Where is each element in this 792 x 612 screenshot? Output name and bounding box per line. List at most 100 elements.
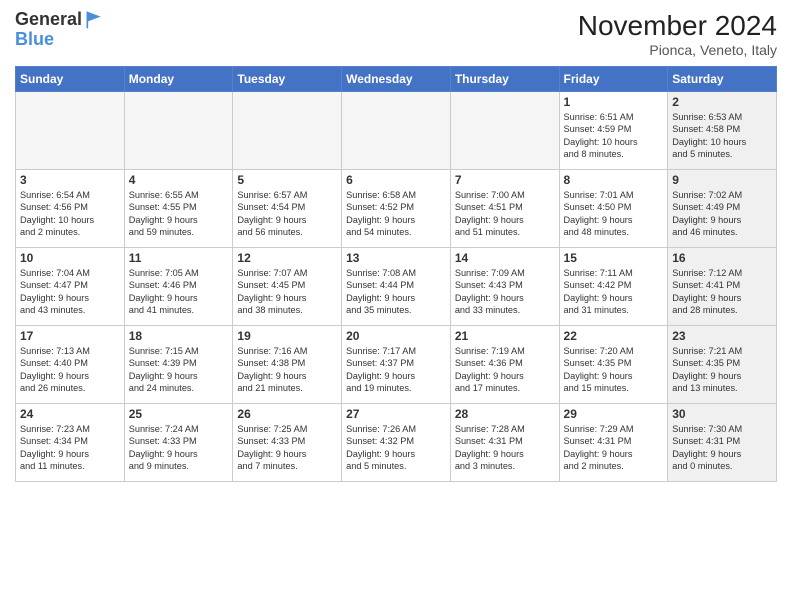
day-info: Sunrise: 6:51 AMSunset: 4:59 PMDaylight:… — [564, 111, 664, 161]
day-number: 12 — [237, 251, 337, 265]
calendar-header: SundayMondayTuesdayWednesdayThursdayFrid… — [16, 67, 777, 92]
calendar-week-2: 3Sunrise: 6:54 AMSunset: 4:56 PMDaylight… — [16, 170, 777, 248]
header-row: SundayMondayTuesdayWednesdayThursdayFrid… — [16, 67, 777, 92]
day-info: Sunrise: 7:00 AMSunset: 4:51 PMDaylight:… — [455, 189, 555, 239]
day-number: 7 — [455, 173, 555, 187]
day-info: Sunrise: 7:16 AMSunset: 4:38 PMDaylight:… — [237, 345, 337, 395]
calendar-cell: 6 Sunrise: 6:58 AMSunset: 4:52 PMDaylight… — [342, 170, 451, 248]
calendar-table: SundayMondayTuesdayWednesdayThursdayFrid… — [15, 66, 777, 482]
day-info: Sunrise: 7:01 AMSunset: 4:50 PMDaylight:… — [564, 189, 664, 239]
calendar-week-3: 10 Sunrise: 7:04 AMSunset: 4:47 PMDayligh… — [16, 248, 777, 326]
day-info: Sunrise: 7:07 AMSunset: 4:45 PMDaylight:… — [237, 267, 337, 317]
day-number: 15 — [564, 251, 664, 265]
day-info: Sunrise: 7:30 AMSunset: 4:31 PMDaylight:… — [672, 423, 772, 473]
calendar-cell — [233, 92, 342, 170]
day-number: 30 — [672, 407, 772, 421]
calendar-week-4: 17 Sunrise: 7:13 AMSunset: 4:40 PMDayligh… — [16, 326, 777, 404]
page-container: General Blue November 2024 Pionca, Venet… — [0, 0, 792, 492]
calendar-cell — [450, 92, 559, 170]
day-number: 1 — [564, 95, 664, 109]
calendar-cell: 14Sunrise: 7:09 AMSunset: 4:43 PMDayligh… — [450, 248, 559, 326]
header-day-saturday: Saturday — [668, 67, 777, 92]
day-number: 19 — [237, 329, 337, 343]
header-day-monday: Monday — [124, 67, 233, 92]
calendar-cell: 10 Sunrise: 7:04 AMSunset: 4:47 PMDayligh… — [16, 248, 125, 326]
calendar-cell: 13 Sunrise: 7:08 AMSunset: 4:44 PMDayligh… — [342, 248, 451, 326]
header-day-thursday: Thursday — [450, 67, 559, 92]
day-number: 26 — [237, 407, 337, 421]
calendar-cell: 29 Sunrise: 7:29 AMSunset: 4:31 PMDayligh… — [559, 404, 668, 482]
calendar-cell: 1 Sunrise: 6:51 AMSunset: 4:59 PMDaylight… — [559, 92, 668, 170]
day-number: 5 — [237, 173, 337, 187]
calendar-cell: 3Sunrise: 6:54 AMSunset: 4:56 PMDaylight… — [16, 170, 125, 248]
day-info: Sunrise: 7:19 AMSunset: 4:36 PMDaylight:… — [455, 345, 555, 395]
day-number: 6 — [346, 173, 446, 187]
day-info: Sunrise: 7:05 AMSunset: 4:46 PMDaylight:… — [129, 267, 229, 317]
day-number: 9 — [672, 173, 772, 187]
day-info: Sunrise: 6:58 AMSunset: 4:52 PMDaylight:… — [346, 189, 446, 239]
day-info: Sunrise: 7:28 AMSunset: 4:31 PMDaylight:… — [455, 423, 555, 473]
logo-text-blue: Blue — [15, 30, 104, 50]
calendar-cell: 24 Sunrise: 7:23 AMSunset: 4:34 PMDayligh… — [16, 404, 125, 482]
day-info: Sunrise: 7:09 AMSunset: 4:43 PMDaylight:… — [455, 267, 555, 317]
day-info: Sunrise: 7:04 AMSunset: 4:47 PMDaylight:… — [20, 267, 120, 317]
day-info: Sunrise: 7:29 AMSunset: 4:31 PMDaylight:… — [564, 423, 664, 473]
calendar-cell: 28 Sunrise: 7:28 AMSunset: 4:31 PMDayligh… — [450, 404, 559, 482]
day-number: 22 — [564, 329, 664, 343]
day-info: Sunrise: 7:24 AMSunset: 4:33 PMDaylight:… — [129, 423, 229, 473]
day-info: Sunrise: 7:21 AMSunset: 4:35 PMDaylight:… — [672, 345, 772, 395]
day-info: Sunrise: 7:25 AMSunset: 4:33 PMDaylight:… — [237, 423, 337, 473]
calendar-cell: 19 Sunrise: 7:16 AMSunset: 4:38 PMDayligh… — [233, 326, 342, 404]
logo-text-general: General — [15, 10, 82, 30]
day-number: 17 — [20, 329, 120, 343]
calendar-cell: 12 Sunrise: 7:07 AMSunset: 4:45 PMDayligh… — [233, 248, 342, 326]
calendar-cell: 2Sunrise: 6:53 AMSunset: 4:58 PMDaylight… — [668, 92, 777, 170]
day-info: Sunrise: 7:12 AMSunset: 4:41 PMDaylight:… — [672, 267, 772, 317]
calendar-cell: 27Sunrise: 7:26 AMSunset: 4:32 PMDayligh… — [342, 404, 451, 482]
header-day-wednesday: Wednesday — [342, 67, 451, 92]
calendar-cell: 21 Sunrise: 7:19 AMSunset: 4:36 PMDayligh… — [450, 326, 559, 404]
logo: General Blue — [15, 10, 104, 50]
calendar-cell: 17 Sunrise: 7:13 AMSunset: 4:40 PMDayligh… — [16, 326, 125, 404]
day-number: 16 — [672, 251, 772, 265]
calendar-cell — [342, 92, 451, 170]
header-day-tuesday: Tuesday — [233, 67, 342, 92]
day-info: Sunrise: 7:08 AMSunset: 4:44 PMDaylight:… — [346, 267, 446, 317]
calendar-cell: 11 Sunrise: 7:05 AMSunset: 4:46 PMDayligh… — [124, 248, 233, 326]
month-title: November 2024 — [578, 10, 777, 42]
day-number: 20 — [346, 329, 446, 343]
calendar-cell: 25 Sunrise: 7:24 AMSunset: 4:33 PMDayligh… — [124, 404, 233, 482]
calendar-cell: 26 Sunrise: 7:25 AMSunset: 4:33 PMDayligh… — [233, 404, 342, 482]
day-info: Sunrise: 6:55 AMSunset: 4:55 PMDaylight:… — [129, 189, 229, 239]
calendar-cell: 20 Sunrise: 7:17 AMSunset: 4:37 PMDayligh… — [342, 326, 451, 404]
calendar-cell — [124, 92, 233, 170]
calendar-cell: 5Sunrise: 6:57 AMSunset: 4:54 PMDaylight… — [233, 170, 342, 248]
day-info: Sunrise: 7:15 AMSunset: 4:39 PMDaylight:… — [129, 345, 229, 395]
calendar-cell: 9Sunrise: 7:02 AMSunset: 4:49 PMDaylight… — [668, 170, 777, 248]
location: Pionca, Veneto, Italy — [578, 42, 777, 58]
logo-flag-icon — [84, 10, 104, 30]
header: General Blue November 2024 Pionca, Venet… — [15, 10, 777, 58]
calendar-cell — [16, 92, 125, 170]
title-block: November 2024 Pionca, Veneto, Italy — [578, 10, 777, 58]
day-number: 4 — [129, 173, 229, 187]
day-number: 11 — [129, 251, 229, 265]
day-number: 10 — [20, 251, 120, 265]
calendar-cell: 22Sunrise: 7:20 AMSunset: 4:35 PMDayligh… — [559, 326, 668, 404]
day-info: Sunrise: 7:17 AMSunset: 4:37 PMDaylight:… — [346, 345, 446, 395]
calendar-cell: 16 Sunrise: 7:12 AMSunset: 4:41 PMDayligh… — [668, 248, 777, 326]
calendar-cell: 23 Sunrise: 7:21 AMSunset: 4:35 PMDayligh… — [668, 326, 777, 404]
day-number: 28 — [455, 407, 555, 421]
day-number: 13 — [346, 251, 446, 265]
calendar-cell: 7 Sunrise: 7:00 AMSunset: 4:51 PMDaylight… — [450, 170, 559, 248]
day-number: 23 — [672, 329, 772, 343]
calendar-cell: 30 Sunrise: 7:30 AMSunset: 4:31 PMDayligh… — [668, 404, 777, 482]
day-info: Sunrise: 6:54 AMSunset: 4:56 PMDaylight:… — [20, 189, 120, 239]
day-info: Sunrise: 7:23 AMSunset: 4:34 PMDaylight:… — [20, 423, 120, 473]
day-number: 29 — [564, 407, 664, 421]
day-info: Sunrise: 7:13 AMSunset: 4:40 PMDaylight:… — [20, 345, 120, 395]
day-number: 25 — [129, 407, 229, 421]
day-info: Sunrise: 6:53 AMSunset: 4:58 PMDaylight:… — [672, 111, 772, 161]
day-number: 24 — [20, 407, 120, 421]
day-number: 21 — [455, 329, 555, 343]
